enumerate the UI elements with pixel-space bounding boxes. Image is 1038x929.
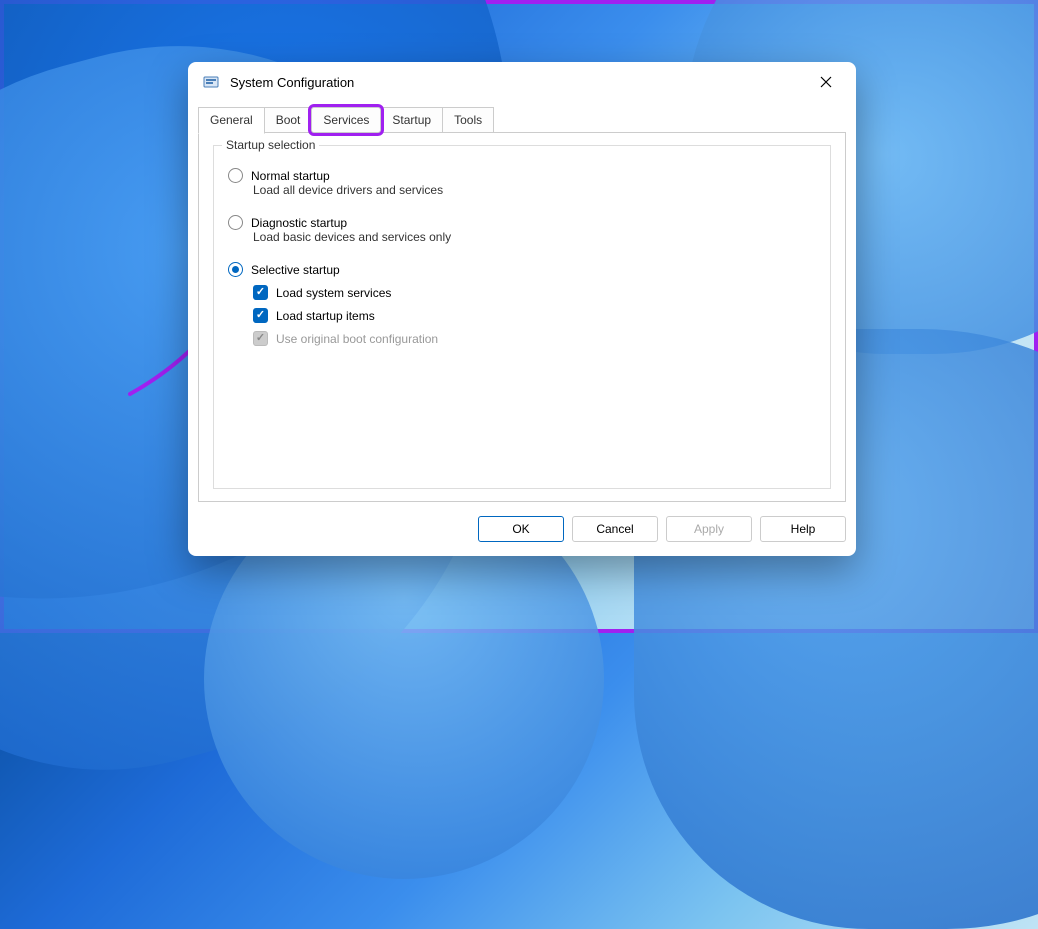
radio-diagnostic-startup[interactable]	[228, 215, 243, 230]
tab-label: Tools	[454, 113, 482, 127]
tab-row: General Boot Services Startup Tools	[198, 106, 846, 132]
radio-label: Normal startup	[251, 169, 330, 183]
tab-boot[interactable]: Boot	[264, 107, 313, 133]
checkbox-label: Load startup items	[276, 309, 375, 323]
radio-label: Diagnostic startup	[251, 216, 347, 230]
button-label: Help	[791, 522, 816, 536]
tab-services[interactable]: Services	[311, 107, 381, 133]
checkbox-label: Load system services	[276, 286, 391, 300]
button-label: Cancel	[596, 522, 633, 536]
button-row: OK Cancel Apply Help	[188, 502, 856, 556]
system-configuration-dialog: System Configuration General Boot Servic…	[188, 62, 856, 556]
titlebar[interactable]: System Configuration	[188, 62, 856, 102]
msconfig-icon	[202, 73, 220, 91]
radio-selective-startup[interactable]	[228, 262, 243, 277]
cancel-button[interactable]: Cancel	[572, 516, 658, 542]
checkbox-use-original-boot	[253, 331, 268, 346]
window-title: System Configuration	[230, 75, 804, 90]
button-label: OK	[512, 522, 529, 536]
ok-button[interactable]: OK	[478, 516, 564, 542]
tab-label: General	[210, 113, 253, 127]
help-button[interactable]: Help	[760, 516, 846, 542]
tab-startup[interactable]: Startup	[380, 107, 443, 133]
tab-label: Services	[323, 113, 369, 127]
close-button[interactable]	[804, 67, 848, 97]
radio-sub: Load basic devices and services only	[253, 230, 816, 244]
apply-button: Apply	[666, 516, 752, 542]
group-title: Startup selection	[222, 138, 319, 152]
radio-normal-startup[interactable]	[228, 168, 243, 183]
radio-label: Selective startup	[251, 263, 340, 277]
button-label: Apply	[694, 522, 724, 536]
radio-sub: Load all device drivers and services	[253, 183, 816, 197]
tab-label: Startup	[392, 113, 431, 127]
startup-selection-group: Startup selection Normal startup Load al…	[213, 145, 831, 489]
close-icon	[820, 76, 832, 88]
checkbox-load-startup-items[interactable]	[253, 308, 268, 323]
tab-general[interactable]: General	[198, 107, 265, 134]
checkbox-load-system-services[interactable]	[253, 285, 268, 300]
tab-label: Boot	[276, 113, 301, 127]
checkbox-label: Use original boot configuration	[276, 332, 438, 346]
tab-tools[interactable]: Tools	[442, 107, 494, 133]
general-panel: Startup selection Normal startup Load al…	[198, 132, 846, 502]
